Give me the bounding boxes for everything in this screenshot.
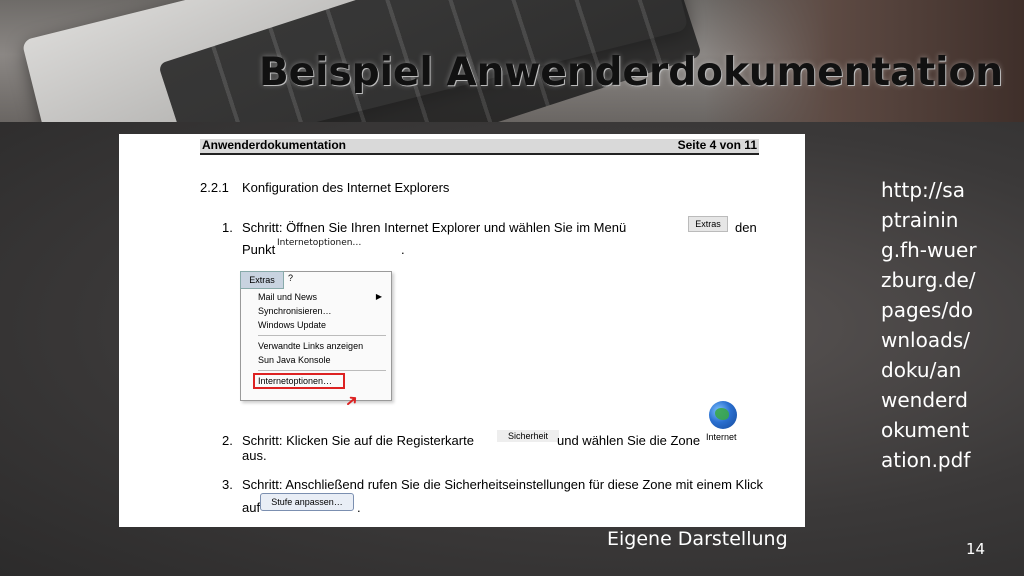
- step-3-text: Schritt: Anschließend rufen Sie die Sich…: [242, 477, 763, 492]
- internet-zone-label: Internet: [706, 432, 737, 442]
- step-3-number: 3.: [222, 477, 233, 492]
- menu-bar: Extras ?: [240, 271, 293, 289]
- step-1-text: Schritt: Öffnen Sie Ihren Internet Explo…: [242, 220, 627, 235]
- extras-menu-image: Extras: [688, 216, 728, 232]
- slide-title: Beispiel Anwenderdokumentation: [259, 50, 1004, 95]
- document-screenshot: Anwenderdokumentation Seite 4 von 11 2.2…: [119, 134, 805, 527]
- section-number: 2.2.1: [200, 180, 229, 195]
- document-header: Anwenderdokumentation Seite 4 von 11: [200, 138, 759, 155]
- menu-separator: [258, 370, 386, 371]
- menu-item-label: Mail und News: [258, 292, 318, 302]
- menu-help: ?: [288, 273, 294, 283]
- figure-caption: Eigene Darstellung: [607, 528, 788, 550]
- menu-item-sun-java: Sun Java Konsole: [258, 355, 331, 365]
- menu-item-synchronisieren: Synchronisieren…: [258, 306, 332, 316]
- step-2-text: Schritt: Klicken Sie auf die Registerkar…: [242, 433, 474, 448]
- menu-separator: [258, 335, 386, 336]
- step-1-number: 1.: [222, 220, 233, 235]
- source-url[interactable]: http://saptraining.fh-wuerzburg.de/pages…: [881, 175, 977, 475]
- step-3-period: .: [357, 500, 361, 515]
- internetoptionen-inline-image: Internetoptionen…: [277, 238, 362, 248]
- slide-number: 14: [966, 540, 986, 558]
- document-header-title: Anwenderdokumentation: [202, 138, 347, 152]
- submenu-arrow-icon: ▶: [375, 292, 382, 301]
- stufe-anpassen-button-image: Stufe anpassen…: [260, 493, 354, 511]
- step-3-text-line2: auf: [242, 500, 261, 515]
- menu-item-windows-update: Windows Update: [258, 320, 327, 330]
- step-2-text-end: und wählen Sie die Zone: [557, 433, 701, 448]
- step-1-text-end: den: [735, 220, 757, 235]
- step-1-period: .: [401, 242, 405, 257]
- sicherheit-tab-image: Sicherheit: [497, 430, 559, 442]
- menu-item-verwandte-links: Verwandte Links anzeigen: [258, 341, 364, 351]
- menu-extras: Extras: [240, 271, 284, 289]
- section-title: Konfiguration des Internet Explorers: [242, 180, 450, 195]
- menu-item-internetoptionen: Internetoptionen…: [253, 373, 345, 389]
- step-1-text-line2: Punkt: [242, 242, 276, 257]
- menu-list: Mail und News ▶ Synchronisieren… Windows …: [240, 290, 388, 389]
- step-2-number: 2.: [222, 433, 233, 448]
- menu-item-mail-news: Mail und News ▶: [240, 290, 388, 304]
- document-page-indicator: Seite 4 von 11: [677, 138, 757, 152]
- internet-globe-icon: [709, 401, 737, 429]
- step-2-text-line2: aus.: [242, 448, 267, 463]
